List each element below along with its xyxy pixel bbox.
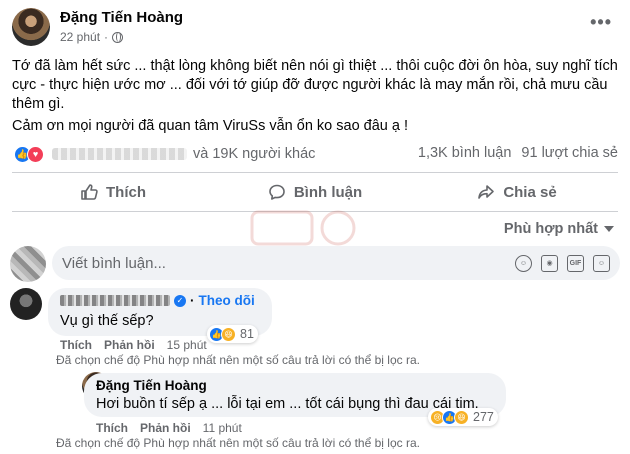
- reply-reaction-count: 277: [473, 410, 494, 424]
- verified-badge-icon: ✓: [174, 294, 186, 307]
- reaction-summary[interactable]: 👍 ♥ và 19K người khác: [14, 145, 315, 163]
- caret-down-icon: [604, 226, 614, 232]
- post-time-label[interactable]: 22 phút: [60, 30, 100, 44]
- current-user-avatar: [10, 246, 46, 282]
- comment-reaction-count: 81: [240, 327, 254, 341]
- comment-like-link[interactable]: Thích: [60, 338, 92, 352]
- post-text: Tớ đã làm hết sức ... thật lòng không bi…: [12, 58, 618, 112]
- emoji-icon[interactable]: ☺: [515, 254, 532, 272]
- filter-note: Đã chọn chế độ Phù hợp nhất nên một số c…: [56, 436, 420, 450]
- reply-reply-link[interactable]: Phản hồi: [140, 421, 191, 435]
- reply-author[interactable]: Đặng Tiến Hoàng: [96, 378, 207, 393]
- comments-count[interactable]: 1,3K bình luận: [418, 145, 512, 161]
- watermark-logo: [250, 210, 356, 246]
- more-options-button[interactable]: •••: [590, 12, 612, 33]
- haha-reaction-icon: 😆: [454, 409, 469, 425]
- commenter-avatar[interactable]: [10, 288, 42, 320]
- sort-dropdown[interactable]: Phù hợp nhất: [504, 221, 614, 237]
- share-label: Chia sẻ: [503, 183, 557, 201]
- comment-input[interactable]: [62, 254, 482, 272]
- post-text-thanks: Cảm ơn mọi người đã quan tâm ViruSs vẫn …: [12, 118, 409, 134]
- comment-reactions[interactable]: 👍 😆 81: [207, 325, 258, 343]
- comment-time[interactable]: 15 phút: [167, 338, 207, 352]
- share-icon: [478, 185, 495, 199]
- comment-composer: ☺ ◉ GIF ☺: [52, 246, 620, 280]
- post-stats: 1,3K bình luận 91 lượt chia sẻ: [418, 145, 618, 161]
- love-reaction-icon: ♥: [27, 145, 44, 163]
- comment-text: Vụ gì thế sếp?: [60, 313, 154, 329]
- composer-tools: ☺ ◉ GIF ☺: [515, 254, 610, 272]
- reply-reactions[interactable]: 😢 👍 😆 277: [428, 408, 498, 426]
- commenter-name[interactable]: ✓ · Theo dõi: [60, 293, 255, 308]
- author-avatar[interactable]: [12, 8, 50, 46]
- follow-button[interactable]: Theo dõi: [199, 293, 255, 308]
- reply-text: Hơi buồn tí sếp ạ ... lỗi tại em ... tốt…: [96, 396, 479, 412]
- like-button[interactable]: Thích: [12, 176, 214, 208]
- filter-note: Đã chọn chế độ Phù hợp nhất nên một số c…: [56, 353, 420, 367]
- reply-time[interactable]: 11 phút: [203, 421, 242, 435]
- divider: [12, 172, 618, 173]
- like-label: Thích: [106, 183, 146, 201]
- comment-label: Bình luận: [293, 183, 363, 201]
- haha-reaction-icon: 😆: [221, 326, 236, 342]
- blurred-names: [52, 148, 187, 160]
- sticker-icon[interactable]: ☺: [593, 254, 610, 272]
- reply-meta: Thích Phản hồi 11 phút: [96, 421, 242, 435]
- share-button[interactable]: Chia sẻ: [416, 176, 618, 208]
- reply-like-link[interactable]: Thích: [96, 421, 128, 435]
- action-bar: Thích Bình luận Chia sẻ: [12, 176, 618, 208]
- reaction-count: và 19K người khác: [193, 146, 316, 162]
- blurred-commenter-name: [60, 295, 170, 306]
- post-author[interactable]: Đặng Tiến Hoàng: [60, 9, 183, 26]
- shares-count[interactable]: 91 lượt chia sẻ: [521, 145, 618, 161]
- gif-icon[interactable]: GIF: [567, 254, 584, 272]
- comment-icon: [269, 184, 285, 200]
- globe-icon: [112, 31, 124, 43]
- comment-reply-link[interactable]: Phản hồi: [104, 338, 155, 352]
- sort-label: Phù hợp nhất: [503, 221, 598, 237]
- thumbs-up-icon: [81, 184, 98, 200]
- post-time: 22 phút ·: [60, 30, 124, 44]
- comment-button[interactable]: Bình luận: [214, 176, 416, 208]
- camera-icon[interactable]: ◉: [541, 254, 558, 272]
- comment-meta: Thích Phản hồi 15 phút: [60, 338, 207, 352]
